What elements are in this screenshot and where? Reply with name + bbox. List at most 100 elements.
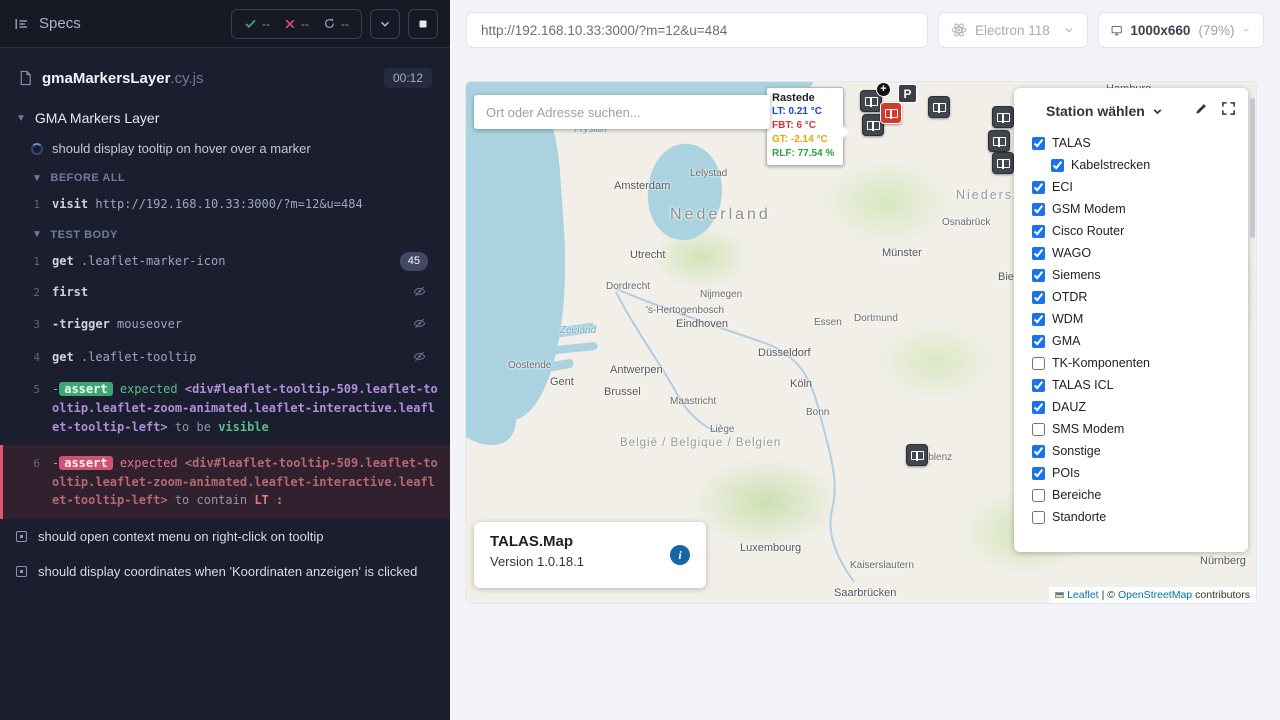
pending-test-icon bbox=[16, 566, 27, 577]
station-type-row[interactable]: TALAS bbox=[1032, 132, 1238, 154]
station-marker[interactable] bbox=[992, 152, 1014, 174]
command-method: get bbox=[52, 350, 74, 364]
scrollbar-thumb[interactable] bbox=[1250, 98, 1255, 238]
station-checkbox[interactable] bbox=[1051, 159, 1064, 172]
panel-tools bbox=[1194, 101, 1236, 116]
collapse-button[interactable] bbox=[370, 9, 400, 39]
station-checkbox[interactable] bbox=[1032, 203, 1045, 216]
station-type-row[interactable]: Bereiche bbox=[1032, 484, 1238, 506]
station-type-row[interactable]: ECI bbox=[1032, 176, 1238, 198]
map-label: Nederland bbox=[670, 206, 771, 224]
tooltip-measurement: GT: -2.14 °C bbox=[772, 133, 838, 147]
attribution-separator: | © bbox=[1102, 589, 1115, 601]
station-type-row[interactable]: TALAS ICL bbox=[1032, 374, 1238, 396]
command-number: 3 bbox=[0, 315, 52, 333]
station-type-row[interactable]: DAUZ bbox=[1032, 396, 1238, 418]
assert-text: -assert expected <div#leaflet-tooltip-50… bbox=[52, 380, 440, 436]
station-marker[interactable] bbox=[988, 130, 1010, 152]
active-test-row[interactable]: should display tooltip on hover over a m… bbox=[0, 134, 450, 163]
station-type-label: ECI bbox=[1052, 180, 1073, 194]
before-all-hook[interactable]: ▼ BEFORE ALL bbox=[0, 163, 450, 189]
map-label: Bonn bbox=[806, 407, 829, 418]
station-checkbox[interactable] bbox=[1032, 379, 1045, 392]
url-bar[interactable]: http://192.168.10.33:3000/?m=12&u=484 bbox=[466, 12, 928, 48]
passed-count: -- bbox=[262, 17, 270, 31]
station-type-row[interactable]: Siemens bbox=[1032, 264, 1238, 286]
viewport-selector[interactable]: 1000x660 (79%) bbox=[1098, 12, 1264, 48]
station-checkbox[interactable] bbox=[1032, 291, 1045, 304]
parking-marker[interactable]: P bbox=[898, 84, 917, 103]
leaflet-map[interactable]: Hamburg Bremen Niedersachsen Groningen F… bbox=[466, 82, 1256, 603]
station-type-row[interactable]: SMS Modem bbox=[1032, 418, 1238, 440]
station-checkbox[interactable] bbox=[1032, 445, 1045, 458]
osm-link[interactable]: OpenStreetMap bbox=[1118, 589, 1192, 601]
leaflet-tooltip[interactable]: Rastede LT: 0.21 °C FBT: 6 °C GT: -2.14 … bbox=[766, 87, 844, 166]
station-type-row[interactable]: GMA bbox=[1032, 330, 1238, 352]
station-type-row[interactable]: TK-Komponenten bbox=[1032, 352, 1238, 374]
assert-lead: expected bbox=[120, 382, 178, 396]
chevron-down-icon[interactable] bbox=[1151, 105, 1164, 118]
command-args: .leaflet-tooltip bbox=[81, 350, 197, 364]
leaflet-link[interactable]: Leaflet bbox=[1067, 589, 1099, 601]
station-marker[interactable] bbox=[928, 96, 950, 118]
spec-title-row[interactable]: gmaMarkersLayer.cy.js 00:12 bbox=[12, 62, 438, 94]
station-type-label: Cisco Router bbox=[1052, 224, 1124, 238]
station-type-row[interactable]: Cisco Router bbox=[1032, 220, 1238, 242]
station-type-row[interactable]: Sonstige bbox=[1032, 440, 1238, 462]
spec-basename: gmaMarkersLayer bbox=[42, 70, 170, 87]
test-body-hook[interactable]: ▼ TEST BODY bbox=[0, 220, 450, 246]
command-row[interactable]: 2 first bbox=[0, 277, 450, 310]
spec-duration: 00:12 bbox=[384, 68, 432, 88]
station-checkbox[interactable] bbox=[1032, 181, 1045, 194]
station-checkbox[interactable] bbox=[1032, 357, 1045, 370]
station-checkbox[interactable] bbox=[1032, 137, 1045, 150]
specs-nav[interactable]: Specs bbox=[14, 15, 81, 32]
station-type-row[interactable]: OTDR bbox=[1032, 286, 1238, 308]
app-version: Version 1.0.18.1 bbox=[490, 554, 690, 569]
command-row[interactable]: 3 -trigger mouseover bbox=[0, 309, 450, 342]
pending-test-row[interactable]: should open context menu on right-click … bbox=[0, 519, 450, 554]
stop-button[interactable] bbox=[408, 9, 438, 39]
station-checkbox[interactable] bbox=[1032, 313, 1045, 326]
station-marker[interactable] bbox=[992, 106, 1014, 128]
info-icon[interactable]: i bbox=[670, 545, 690, 565]
station-checkbox[interactable] bbox=[1032, 225, 1045, 238]
test-title: should display coordinates when 'Koordin… bbox=[38, 564, 417, 579]
cluster-expand-marker[interactable]: + bbox=[876, 82, 891, 97]
stat-failed: -- bbox=[284, 17, 309, 31]
assert-value: LT : bbox=[254, 493, 283, 507]
station-checkbox[interactable] bbox=[1032, 247, 1045, 260]
station-type-row[interactable]: Standorte bbox=[1032, 506, 1238, 528]
station-marker[interactable] bbox=[906, 444, 928, 466]
failed-assert-command-row[interactable]: 6 -assert expected <div#leaflet-tooltip-… bbox=[0, 445, 450, 519]
station-checkbox[interactable] bbox=[1032, 423, 1045, 436]
command-row[interactable]: 1 visit http://192.168.10.33:3000/?m=12&… bbox=[0, 189, 450, 220]
station-checkbox[interactable] bbox=[1032, 511, 1045, 524]
station-type-row[interactable]: POIs bbox=[1032, 462, 1238, 484]
suite-row[interactable]: ▼ GMA Markers Layer bbox=[0, 100, 450, 134]
station-type-label: OTDR bbox=[1052, 290, 1087, 304]
station-type-row[interactable]: GSM Modem bbox=[1032, 198, 1238, 220]
station-marker-highlighted[interactable] bbox=[880, 102, 902, 124]
station-checkbox[interactable] bbox=[1032, 401, 1045, 414]
station-select-dropdown[interactable]: Station wählen bbox=[1046, 103, 1145, 119]
station-checkbox[interactable] bbox=[1032, 489, 1045, 502]
station-checkbox[interactable] bbox=[1032, 467, 1045, 480]
map-label: Antwerpen bbox=[610, 364, 663, 376]
station-checkbox[interactable] bbox=[1032, 335, 1045, 348]
browser-selector[interactable]: Electron 118 bbox=[938, 12, 1088, 48]
station-checkbox[interactable] bbox=[1032, 269, 1045, 282]
station-filter-panel: Station wählen TALAS Kabelstrecken ECI G… bbox=[1014, 88, 1248, 552]
command-row[interactable]: 4 get .leaflet-tooltip bbox=[0, 342, 450, 375]
edit-pencil-icon[interactable] bbox=[1194, 101, 1209, 116]
station-type-row[interactable]: WAGO bbox=[1032, 242, 1238, 264]
assert-command-row[interactable]: 5 -assert expected <div#leaflet-tooltip-… bbox=[0, 374, 450, 442]
station-type-row[interactable]: WDM bbox=[1032, 308, 1238, 330]
pending-test-row[interactable]: should display coordinates when 'Koordin… bbox=[0, 554, 450, 589]
stop-icon bbox=[416, 17, 430, 31]
command-row[interactable]: 1 get .leaflet-marker-icon 45 bbox=[0, 246, 450, 277]
station-type-row[interactable]: Kabelstrecken bbox=[1051, 154, 1238, 176]
command-number: 5 bbox=[0, 380, 52, 398]
address-search-input[interactable] bbox=[474, 95, 770, 129]
fullscreen-expand-icon[interactable] bbox=[1221, 101, 1236, 116]
